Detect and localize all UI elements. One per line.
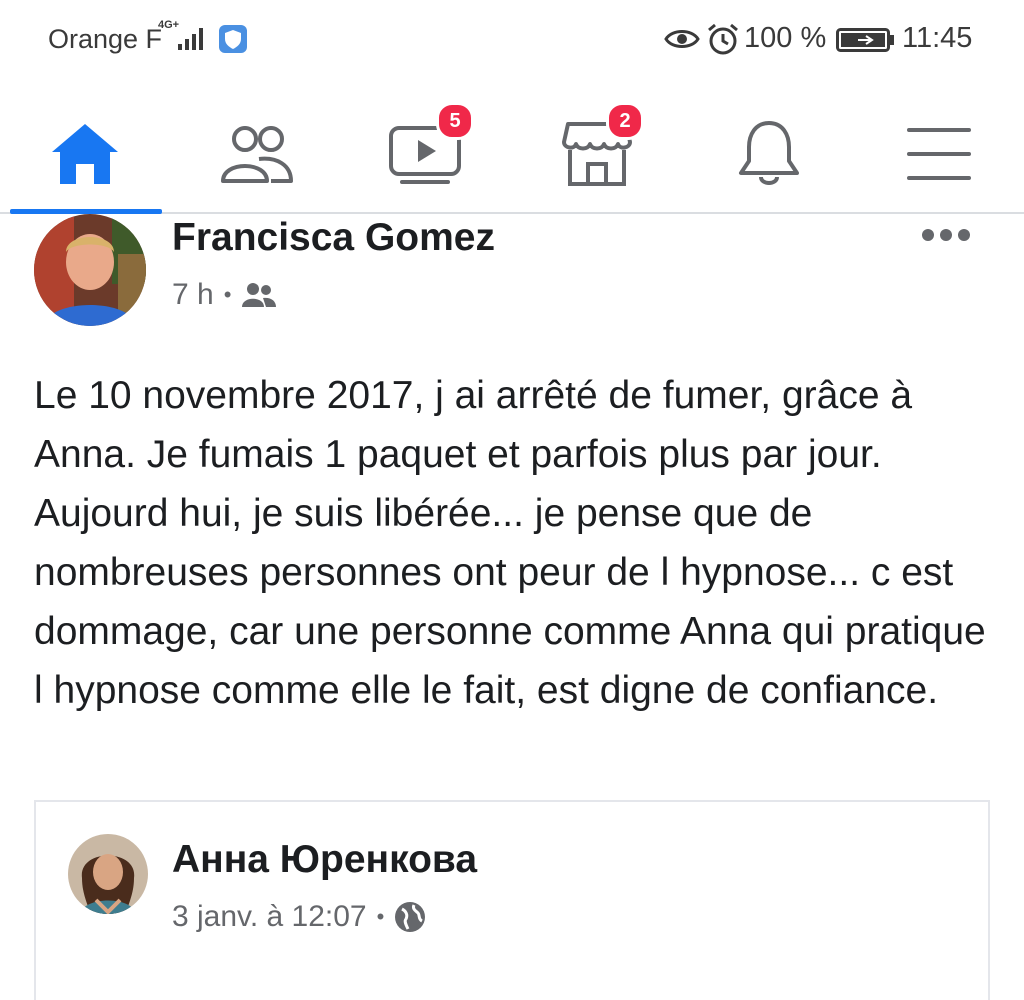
battery-percent: 100 % xyxy=(744,22,827,54)
notification-badge: 5 xyxy=(436,102,474,140)
post-timestamp[interactable]: 7 h xyxy=(172,278,214,312)
menu-icon xyxy=(907,128,971,180)
avatar[interactable] xyxy=(34,214,146,326)
carrier-label: Orange F xyxy=(48,24,163,54)
status-bar: Orange F 4G+ 100 % 11:45 xyxy=(0,0,1024,80)
more-options-icon[interactable] xyxy=(918,222,974,248)
tab-notifications[interactable] xyxy=(694,96,844,212)
friends-icon xyxy=(221,126,293,183)
globe-icon xyxy=(395,902,426,932)
avatar[interactable] xyxy=(68,834,148,914)
post-meta: 7 h • xyxy=(172,278,277,312)
tab-friends[interactable] xyxy=(182,96,332,212)
tab-watch[interactable]: 5 xyxy=(350,96,500,212)
profile-photo xyxy=(34,214,146,326)
battery-icon xyxy=(836,28,894,52)
shared-post-author-name[interactable]: Анна Юренкова xyxy=(172,838,477,882)
signal-icon xyxy=(178,28,203,50)
home-icon xyxy=(52,124,118,184)
eye-icon xyxy=(664,30,700,48)
tab-home[interactable] xyxy=(10,96,160,212)
notification-badge: 2 xyxy=(606,102,644,140)
separator-dot: • xyxy=(376,904,385,929)
shared-post-meta: 3 janv. à 12:07 • xyxy=(172,900,426,934)
post-text: Le 10 novembre 2017, j ai arrêté de fume… xyxy=(34,374,986,712)
profile-photo xyxy=(68,834,148,914)
bell-icon xyxy=(739,121,799,185)
post-author-name[interactable]: Francisca Gomez xyxy=(172,216,495,260)
shield-icon xyxy=(219,25,247,53)
separator-dot: • xyxy=(223,282,232,307)
top-navigation: 5 2 xyxy=(0,96,1024,214)
tab-marketplace[interactable]: 2 xyxy=(522,96,672,212)
clock: 11:45 xyxy=(902,22,973,54)
friends-icon xyxy=(242,283,277,307)
shared-post-timestamp[interactable]: 3 janv. à 12:07 xyxy=(172,900,367,934)
tab-menu[interactable] xyxy=(864,96,1014,212)
alarm-icon xyxy=(708,23,738,55)
